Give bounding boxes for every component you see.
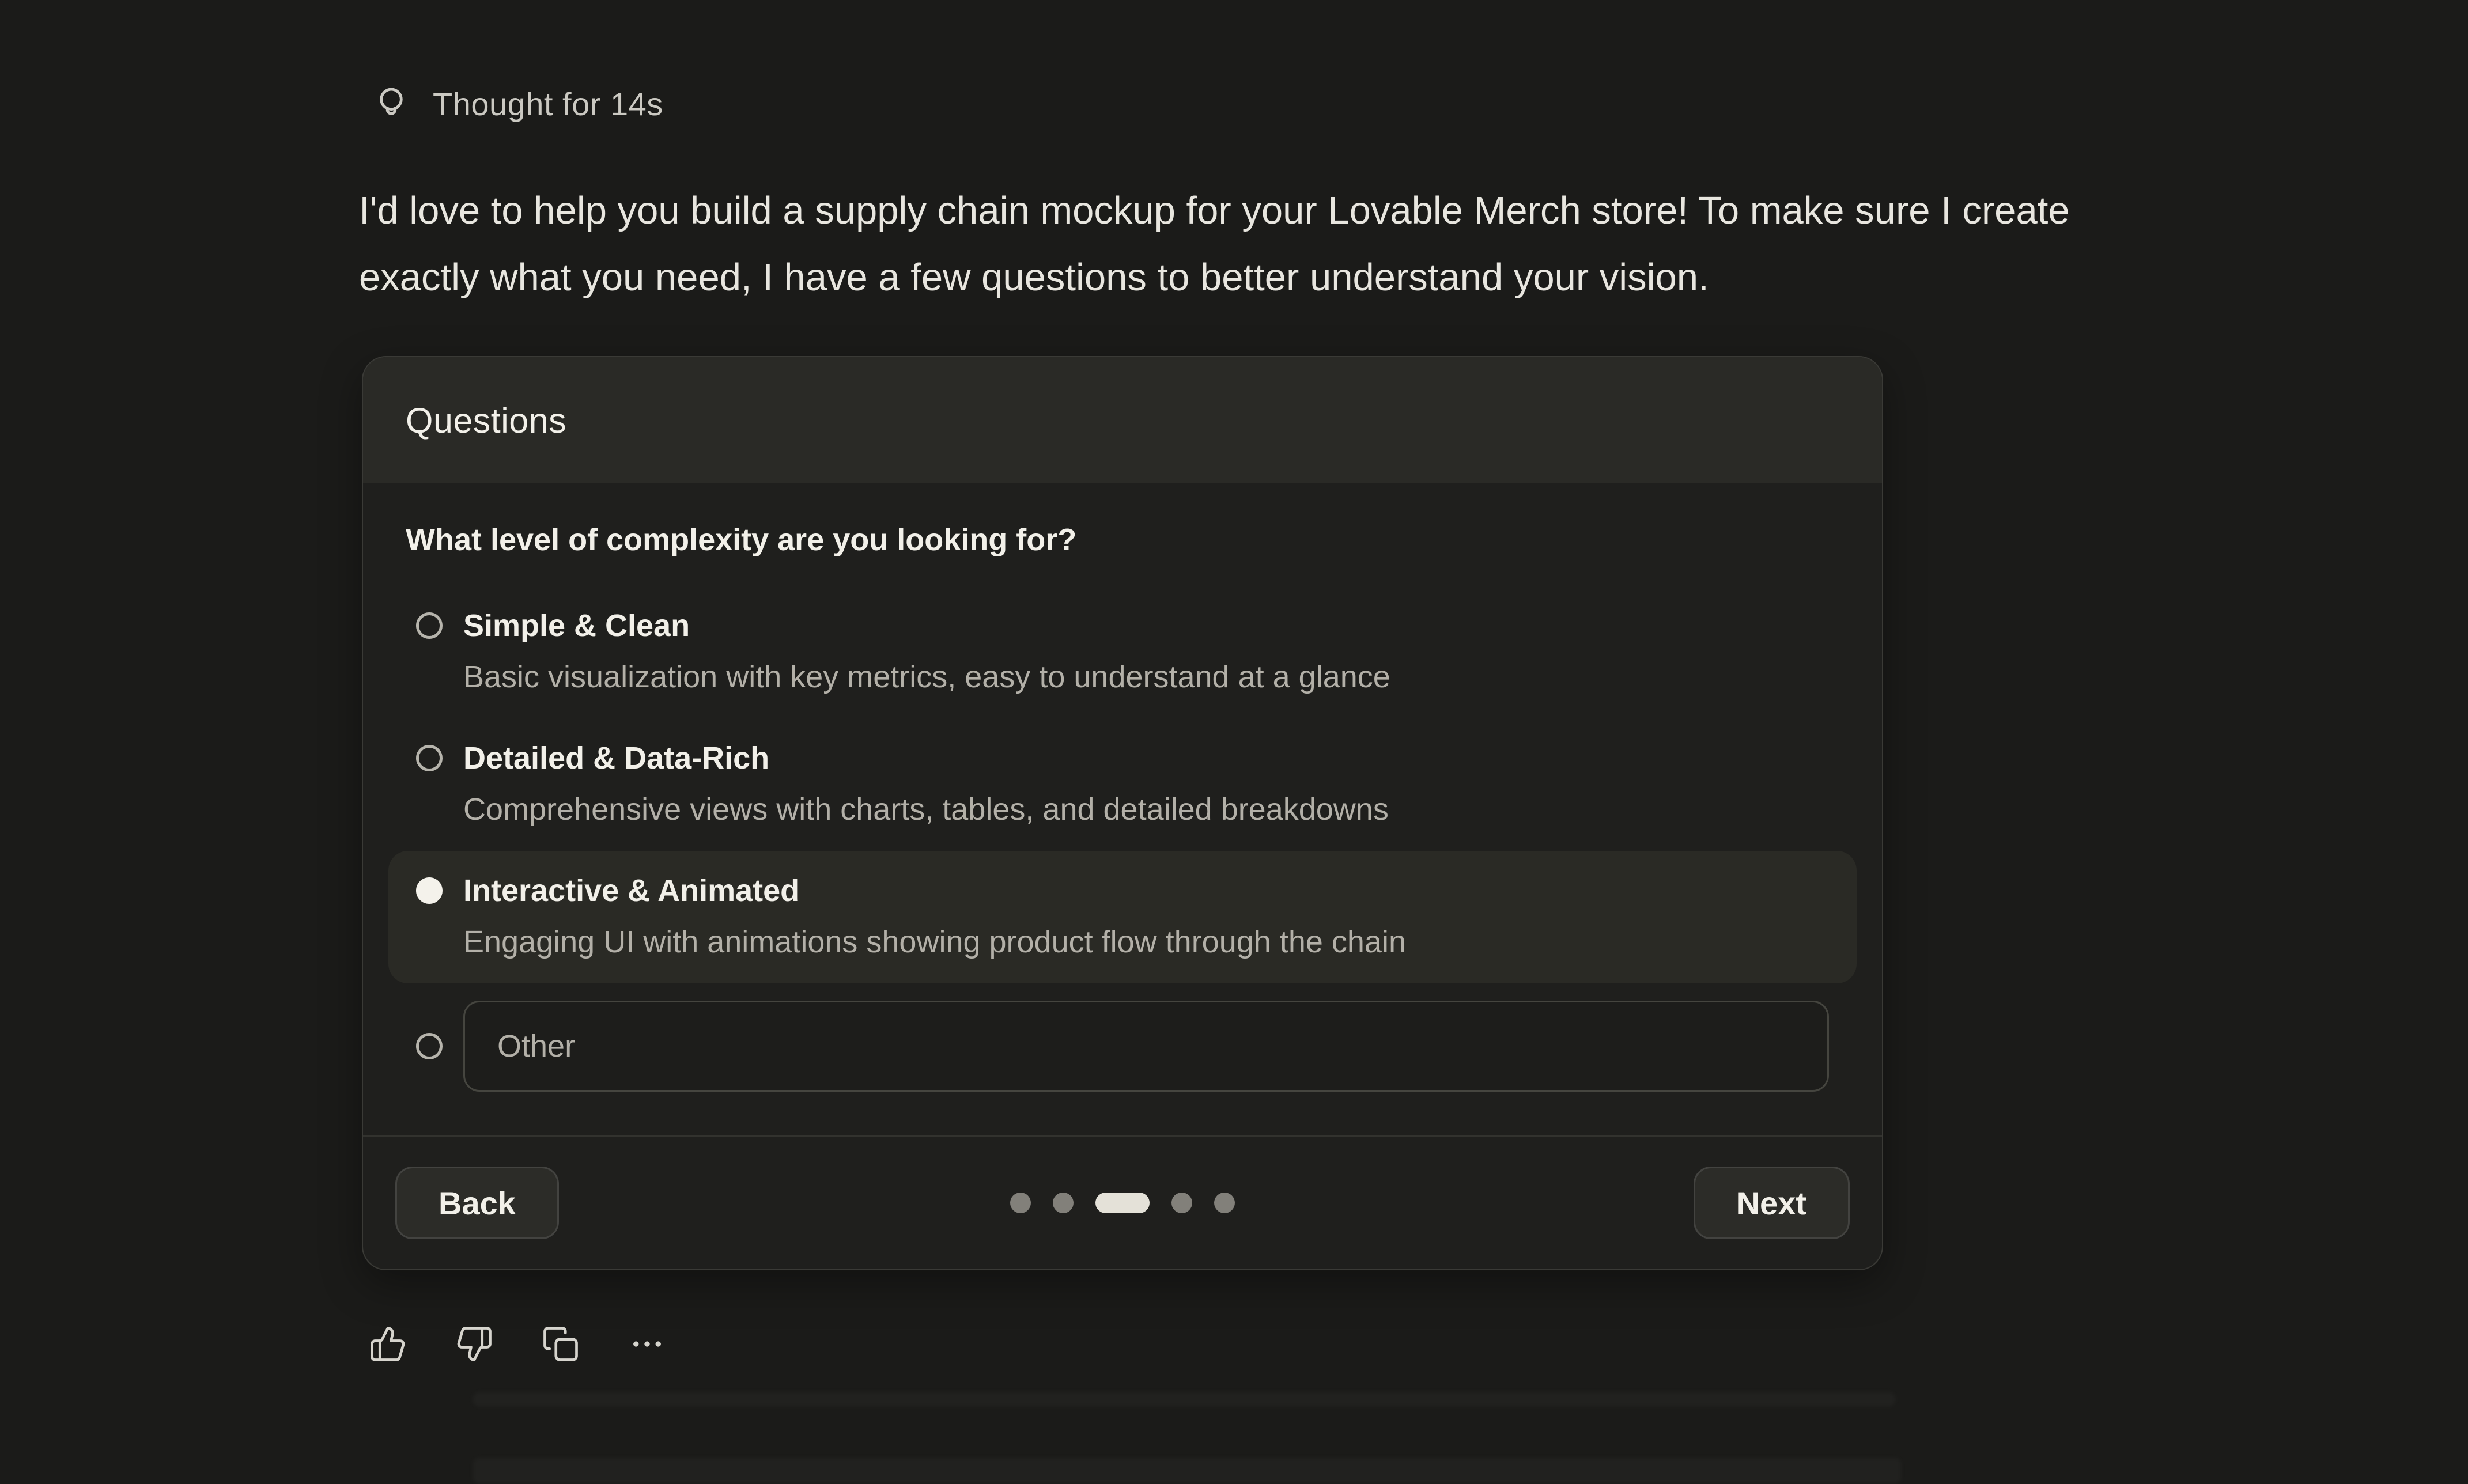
thought-label: Thought for 14s — [433, 85, 663, 123]
next-button[interactable]: Next — [1694, 1167, 1850, 1239]
radio-selected-icon[interactable] — [416, 877, 443, 904]
message-actions — [369, 1325, 666, 1363]
faint-streaming-text — [473, 1458, 1902, 1484]
more-options-button[interactable] — [628, 1325, 666, 1363]
chat-message-area: Thought for 14s I'd love to help you bui… — [0, 0, 2468, 1483]
questions-card: Questions What level of complexity are y… — [362, 356, 1883, 1270]
pagination-dot — [1214, 1192, 1235, 1213]
option-simple-clean[interactable]: Simple & Clean Basic visualization with … — [388, 586, 1857, 718]
radio-unselected-icon[interactable] — [416, 745, 443, 771]
questions-card-footer: Back Next — [363, 1135, 1882, 1269]
option-label: Simple & Clean — [463, 601, 1390, 650]
option-other[interactable] — [388, 983, 1857, 1092]
option-interactive-animated[interactable]: Interactive & Animated Engaging UI with … — [388, 851, 1857, 983]
thumbs-down-icon — [455, 1325, 493, 1363]
thumbs-up-icon — [369, 1325, 407, 1363]
pagination-dot — [1171, 1192, 1192, 1213]
radio-unselected-icon[interactable] — [416, 1033, 443, 1059]
option-detailed-data-rich[interactable]: Detailed & Data-Rich Comprehensive views… — [388, 718, 1857, 851]
message-line-1: I'd love to help you build a supply chai… — [359, 177, 2070, 244]
thumbs-up-button[interactable] — [369, 1325, 407, 1363]
option-description: Comprehensive views with charts, tables,… — [463, 783, 1389, 836]
pagination-dot — [1010, 1192, 1031, 1213]
other-input[interactable] — [463, 1001, 1829, 1092]
copy-button[interactable] — [542, 1325, 580, 1363]
back-button[interactable]: Back — [395, 1167, 559, 1239]
pagination-dots — [1010, 1192, 1235, 1213]
radio-unselected-icon[interactable] — [416, 612, 443, 639]
option-description: Engaging UI with animations showing prod… — [463, 915, 1406, 968]
thumbs-down-button[interactable] — [455, 1325, 493, 1363]
option-description: Basic visualization with key metrics, ea… — [463, 650, 1390, 703]
assistant-message: I'd love to help you build a supply chai… — [359, 177, 2070, 311]
thought-summary-toggle[interactable]: Thought for 14s — [372, 84, 663, 123]
option-label: Interactive & Animated — [463, 866, 1406, 915]
option-label: Detailed & Data-Rich — [463, 733, 1389, 783]
question-title: What level of complexity are you looking… — [406, 517, 1857, 563]
faint-streaming-text — [473, 1392, 1896, 1407]
pagination-dot — [1053, 1192, 1074, 1213]
card-title: Questions — [406, 400, 566, 441]
copy-icon — [542, 1325, 580, 1363]
questions-card-body: What level of complexity are you looking… — [363, 483, 1882, 1135]
message-line-2: exactly what you need, I have a few ques… — [359, 244, 2070, 311]
ellipsis-icon — [628, 1325, 666, 1363]
questions-card-header: Questions — [363, 357, 1882, 483]
lightbulb-icon — [372, 84, 411, 123]
pagination-dot-active — [1095, 1192, 1150, 1213]
